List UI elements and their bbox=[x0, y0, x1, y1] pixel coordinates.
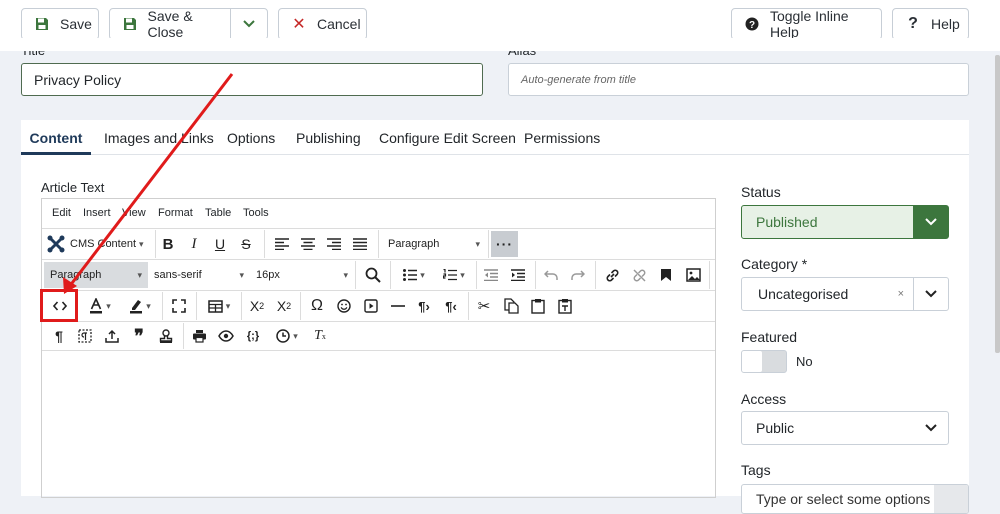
annotation-arrow-icon bbox=[63, 73, 234, 294]
